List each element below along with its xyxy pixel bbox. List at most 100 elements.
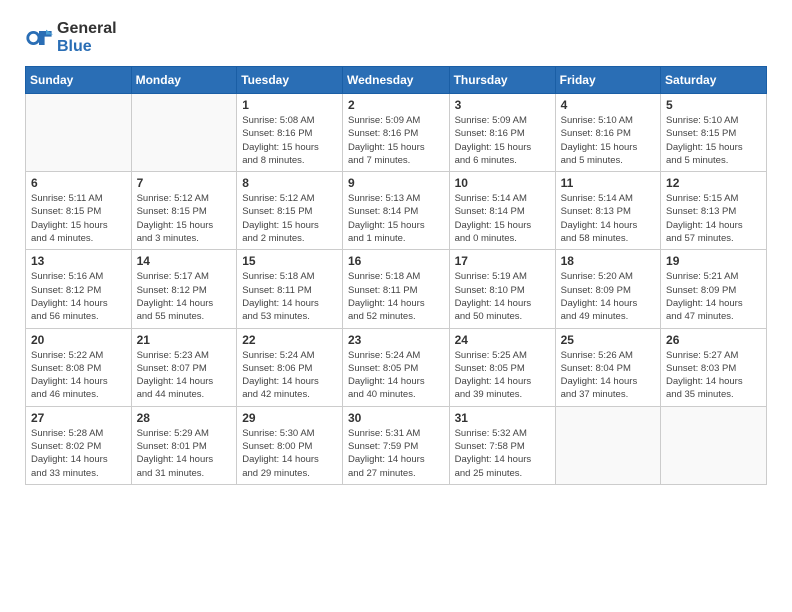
- calendar-cell: 11 Sunrise: 5:14 AM Sunset: 8:13 PM Dayli…: [555, 172, 660, 250]
- day-info: Sunrise: 5:22 AM Sunset: 8:08 PM Dayligh…: [31, 349, 126, 402]
- calendar-cell: 14Sunrise: 5:17 AM Sunset: 8:12 PM Dayli…: [131, 250, 237, 328]
- calendar-cell: 24 Sunrise: 5:25 AM Sunset: 8:05 PM Dayli…: [449, 328, 555, 406]
- calendar-cell: [131, 94, 237, 172]
- day-number: 16: [348, 254, 444, 268]
- day-info: Sunrise: 5:28 AM Sunset: 8:02 PM Dayligh…: [31, 427, 126, 480]
- day-info: Sunrise: 5:32 AM Sunset: 7:58 PM Dayligh…: [455, 427, 550, 480]
- weekday-header-wednesday: Wednesday: [343, 67, 450, 94]
- day-number: 20: [31, 333, 126, 347]
- logo: General Blue: [25, 20, 117, 56]
- day-number: 11: [561, 176, 655, 190]
- day-info: Sunrise: 5:24 AM Sunset: 8:06 PM Dayligh…: [242, 349, 337, 402]
- day-number: 31: [455, 411, 550, 425]
- calendar-cell: [661, 406, 767, 484]
- day-number: 10: [455, 176, 550, 190]
- calendar-cell: 27 Sunrise: 5:28 AM Sunset: 8:02 PM Dayli…: [26, 406, 132, 484]
- day-number: 30: [348, 411, 444, 425]
- day-number: 13: [31, 254, 126, 268]
- calendar-cell: 30 Sunrise: 5:31 AM Sunset: 7:59 PM Dayli…: [343, 406, 450, 484]
- calendar-cell: 6Sunrise: 5:11 AM Sunset: 8:15 PM Daylig…: [26, 172, 132, 250]
- day-number: 12: [666, 176, 761, 190]
- day-number: 9: [348, 176, 444, 190]
- day-number: 8: [242, 176, 337, 190]
- calendar-cell: 29Sunrise: 5:30 AM Sunset: 8:00 PM Dayli…: [237, 406, 343, 484]
- day-number: 23: [348, 333, 444, 347]
- day-number: 24: [455, 333, 550, 347]
- day-info: Sunrise: 5:21 AM Sunset: 8:09 PM Dayligh…: [666, 270, 761, 323]
- day-number: 2: [348, 98, 444, 112]
- day-info: Sunrise: 5:25 AM Sunset: 8:05 PM Dayligh…: [455, 349, 550, 402]
- day-number: 17: [455, 254, 550, 268]
- weekday-header-saturday: Saturday: [661, 67, 767, 94]
- day-info: Sunrise: 5:13 AM Sunset: 8:14 PM Dayligh…: [348, 192, 444, 245]
- day-number: 6: [31, 176, 126, 190]
- day-info: Sunrise: 5:08 AM Sunset: 8:16 PM Dayligh…: [242, 114, 337, 167]
- day-number: 18: [561, 254, 655, 268]
- calendar-week-row-2: 6Sunrise: 5:11 AM Sunset: 8:15 PM Daylig…: [26, 172, 767, 250]
- calendar-cell: 1 Sunrise: 5:08 AM Sunset: 8:16 PM Daylig…: [237, 94, 343, 172]
- day-number: 28: [137, 411, 232, 425]
- calendar-cell: 25 Sunrise: 5:26 AM Sunset: 8:04 PM Dayli…: [555, 328, 660, 406]
- calendar-cell: [555, 406, 660, 484]
- weekday-header-tuesday: Tuesday: [237, 67, 343, 94]
- calendar-cell: [26, 94, 132, 172]
- day-number: 3: [455, 98, 550, 112]
- calendar-cell: 5Sunrise: 5:10 AM Sunset: 8:15 PM Daylig…: [661, 94, 767, 172]
- logo-icon: [25, 24, 53, 52]
- day-number: 19: [666, 254, 761, 268]
- day-info: Sunrise: 5:09 AM Sunset: 8:16 PM Dayligh…: [348, 114, 444, 167]
- weekday-header-monday: Monday: [131, 67, 237, 94]
- day-info: Sunrise: 5:27 AM Sunset: 8:03 PM Dayligh…: [666, 349, 761, 402]
- day-number: 25: [561, 333, 655, 347]
- day-number: 1: [242, 98, 337, 112]
- calendar-cell: 12 Sunrise: 5:15 AM Sunset: 8:13 PM Dayli…: [661, 172, 767, 250]
- day-info: Sunrise: 5:15 AM Sunset: 8:13 PM Dayligh…: [666, 192, 761, 245]
- calendar-cell: 9 Sunrise: 5:13 AM Sunset: 8:14 PM Daylig…: [343, 172, 450, 250]
- calendar-week-row-5: 27 Sunrise: 5:28 AM Sunset: 8:02 PM Dayli…: [26, 406, 767, 484]
- day-info: Sunrise: 5:10 AM Sunset: 8:16 PM Dayligh…: [561, 114, 655, 167]
- day-info: Sunrise: 5:29 AM Sunset: 8:01 PM Dayligh…: [137, 427, 232, 480]
- calendar-table: SundayMondayTuesdayWednesdayThursdayFrid…: [25, 66, 767, 485]
- calendar-cell: 16 Sunrise: 5:18 AM Sunset: 8:11 PM Dayli…: [343, 250, 450, 328]
- calendar-cell: 20 Sunrise: 5:22 AM Sunset: 8:08 PM Dayli…: [26, 328, 132, 406]
- weekday-header-sunday: Sunday: [26, 67, 132, 94]
- weekday-header-friday: Friday: [555, 67, 660, 94]
- day-info: Sunrise: 5:16 AM Sunset: 8:12 PM Dayligh…: [31, 270, 126, 323]
- calendar-cell: 3 Sunrise: 5:09 AM Sunset: 8:16 PM Daylig…: [449, 94, 555, 172]
- day-number: 15: [242, 254, 337, 268]
- day-info: Sunrise: 5:20 AM Sunset: 8:09 PM Dayligh…: [561, 270, 655, 323]
- calendar-cell: 4 Sunrise: 5:10 AM Sunset: 8:16 PM Daylig…: [555, 94, 660, 172]
- weekday-header-row: SundayMondayTuesdayWednesdayThursdayFrid…: [26, 67, 767, 94]
- day-info: Sunrise: 5:18 AM Sunset: 8:11 PM Dayligh…: [348, 270, 444, 323]
- day-number: 14: [137, 254, 232, 268]
- calendar-cell: 2 Sunrise: 5:09 AM Sunset: 8:16 PM Daylig…: [343, 94, 450, 172]
- day-info: Sunrise: 5:19 AM Sunset: 8:10 PM Dayligh…: [455, 270, 550, 323]
- calendar-cell: 23 Sunrise: 5:24 AM Sunset: 8:05 PM Dayli…: [343, 328, 450, 406]
- day-info: Sunrise: 5:26 AM Sunset: 8:04 PM Dayligh…: [561, 349, 655, 402]
- day-info: Sunrise: 5:24 AM Sunset: 8:05 PM Dayligh…: [348, 349, 444, 402]
- day-info: Sunrise: 5:09 AM Sunset: 8:16 PM Dayligh…: [455, 114, 550, 167]
- day-number: 7: [137, 176, 232, 190]
- calendar-cell: 8Sunrise: 5:12 AM Sunset: 8:15 PM Daylig…: [237, 172, 343, 250]
- day-number: 21: [137, 333, 232, 347]
- day-info: Sunrise: 5:30 AM Sunset: 8:00 PM Dayligh…: [242, 427, 337, 480]
- day-info: Sunrise: 5:31 AM Sunset: 7:59 PM Dayligh…: [348, 427, 444, 480]
- calendar-week-row-4: 20 Sunrise: 5:22 AM Sunset: 8:08 PM Dayli…: [26, 328, 767, 406]
- day-number: 27: [31, 411, 126, 425]
- calendar-cell: 18 Sunrise: 5:20 AM Sunset: 8:09 PM Dayli…: [555, 250, 660, 328]
- day-number: 22: [242, 333, 337, 347]
- day-info: Sunrise: 5:12 AM Sunset: 8:15 PM Dayligh…: [137, 192, 232, 245]
- calendar-cell: 28 Sunrise: 5:29 AM Sunset: 8:01 PM Dayli…: [131, 406, 237, 484]
- day-info: Sunrise: 5:23 AM Sunset: 8:07 PM Dayligh…: [137, 349, 232, 402]
- calendar-cell: 22 Sunrise: 5:24 AM Sunset: 8:06 PM Dayli…: [237, 328, 343, 406]
- calendar-cell: 21 Sunrise: 5:23 AM Sunset: 8:07 PM Dayli…: [131, 328, 237, 406]
- day-number: 4: [561, 98, 655, 112]
- calendar-cell: 13 Sunrise: 5:16 AM Sunset: 8:12 PM Dayli…: [26, 250, 132, 328]
- calendar-cell: 7 Sunrise: 5:12 AM Sunset: 8:15 PM Daylig…: [131, 172, 237, 250]
- day-info: Sunrise: 5:10 AM Sunset: 8:15 PM Dayligh…: [666, 114, 761, 167]
- day-info: Sunrise: 5:14 AM Sunset: 8:13 PM Dayligh…: [561, 192, 655, 245]
- calendar-cell: 17 Sunrise: 5:19 AM Sunset: 8:10 PM Dayli…: [449, 250, 555, 328]
- calendar-week-row-3: 13 Sunrise: 5:16 AM Sunset: 8:12 PM Dayli…: [26, 250, 767, 328]
- calendar-cell: 10Sunrise: 5:14 AM Sunset: 8:14 PM Dayli…: [449, 172, 555, 250]
- day-info: Sunrise: 5:18 AM Sunset: 8:11 PM Dayligh…: [242, 270, 337, 323]
